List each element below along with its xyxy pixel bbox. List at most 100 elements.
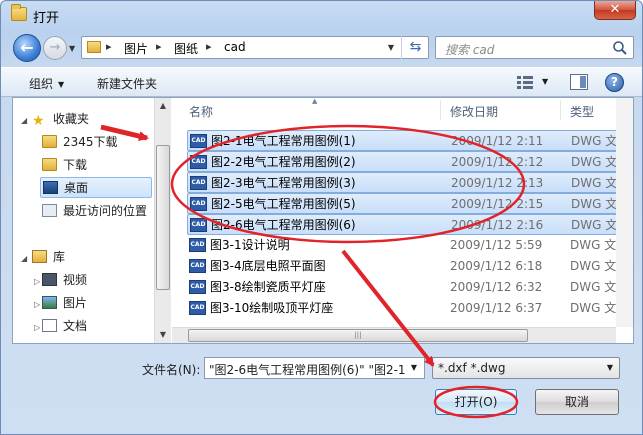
nav-scrollbar-thumb[interactable]: [156, 145, 170, 290]
column-divider[interactable]: [440, 100, 441, 120]
file-name: 图3-8绘制瓷质平灯座: [210, 280, 326, 294]
nav-item-2345-downloads[interactable]: 2345下载: [42, 132, 118, 153]
filetype-select[interactable]: *.dxf *.dwg ▼: [432, 357, 620, 379]
folder-icon: [42, 135, 57, 148]
expand-icon[interactable]: ◢: [21, 254, 27, 263]
column-header-name[interactable]: 名称: [189, 103, 213, 120]
folder-icon: [42, 158, 57, 171]
file-date: 2009/1/12 2:12: [451, 155, 544, 169]
file-date: 2009/1/12 6:32: [450, 280, 543, 294]
file-name: 图2-6电气工程常用图例(6): [211, 218, 356, 232]
address-bar[interactable]: ▸ 图片 ▸ 图纸 ▸ cad: [81, 36, 429, 59]
file-row[interactable]: CAD 图3-4底层电照平面图 2009/1/12 6:18 DWG 文件: [187, 256, 633, 277]
file-name: 图3-1设计说明: [210, 238, 290, 252]
nav-item-label: 视频: [63, 273, 88, 287]
nav-item-label: 桌面: [64, 181, 89, 195]
filename-label: 文件名(N):: [142, 363, 201, 377]
column-header-date[interactable]: 修改日期: [450, 103, 498, 120]
cad-file-icon: CAD: [190, 134, 207, 148]
refresh-icon[interactable]: ⇆: [401, 36, 429, 59]
breadcrumb-separator-icon[interactable]: ▸: [106, 40, 112, 53]
nav-item-videos[interactable]: 视频: [42, 270, 87, 291]
star-icon: ★: [32, 113, 45, 129]
filetype-value: *.dxf *.dwg: [438, 361, 506, 375]
expand-icon[interactable]: ▷: [34, 277, 40, 286]
monitor-icon: [43, 181, 58, 194]
history-dropdown-icon[interactable]: ▼: [69, 44, 75, 53]
cad-file-icon: CAD: [190, 155, 207, 169]
view-mode-icon[interactable]: [517, 76, 533, 89]
organize-button[interactable]: 组织 ▼: [29, 75, 64, 92]
search-icon[interactable]: [612, 40, 628, 56]
arrow-right-icon: →: [49, 40, 61, 55]
file-row[interactable]: CAD 图2-5电气工程常用图例(5) 2009/1/12 2:15 DWG 文件: [187, 193, 633, 214]
expand-icon[interactable]: ◢: [21, 116, 27, 125]
nav-item-desktop[interactable]: 桌面: [40, 177, 152, 198]
nav-scrollbar[interactable]: ▲ ▼: [154, 98, 171, 343]
document-icon: [42, 319, 57, 332]
nav-item-recent-places[interactable]: 最近访问的位置: [42, 201, 147, 222]
nav-item-documents[interactable]: 文档: [42, 316, 87, 337]
nav-item-downloads[interactable]: 下载: [42, 155, 87, 176]
cad-file-icon: CAD: [189, 259, 206, 273]
forward-button[interactable]: →: [43, 36, 67, 60]
toolbar: 组织 ▼ 新建文件夹 ▼ ?: [1, 67, 642, 97]
nav-item-label: 下载: [63, 158, 88, 172]
cad-file-icon: CAD: [190, 197, 207, 211]
new-folder-button[interactable]: 新建文件夹: [97, 75, 157, 92]
breadcrumb-cad[interactable]: cad: [224, 40, 246, 54]
breadcrumb-separator-icon[interactable]: ▸: [156, 40, 162, 53]
cad-file-icon: CAD: [190, 176, 207, 190]
nav-favorites[interactable]: ★ 收藏夹: [32, 109, 89, 130]
nav-favorites-label: 收藏夹: [53, 112, 90, 126]
content-area: ◢ ★ 收藏夹 2345下载 下载 桌面 最近访问的位置 ◢ 库 ▷ 视频 ▷ 图…: [12, 97, 634, 344]
close-button[interactable]: ✕: [594, 1, 636, 20]
cancel-button[interactable]: 取消: [535, 389, 619, 415]
open-button[interactable]: 打开(O): [435, 389, 517, 415]
pictures-icon: [42, 296, 57, 309]
file-list-vscrollbar[interactable]: [616, 98, 633, 327]
nav-library[interactable]: 库: [32, 247, 65, 268]
file-row[interactable]: CAD 图2-1电气工程常用图例(1) 2009/1/12 2:11 DWG 文件: [187, 130, 633, 151]
file-date: 2009/1/12 2:16: [451, 218, 544, 232]
file-row[interactable]: CAD 图3-8绘制瓷质平灯座 2009/1/12 6:32 DWG 文件: [187, 277, 633, 298]
filename-input[interactable]: "图2-6电气工程常用图例(6)" "图2-1: [204, 357, 425, 379]
file-row[interactable]: CAD 图2-2电气工程常用图例(2) 2009/1/12 2:12 DWG 文件: [187, 151, 633, 172]
column-header-type[interactable]: 类型: [570, 103, 594, 120]
address-dropdown-icon[interactable]: ▼: [382, 38, 400, 57]
window-title: 打开: [33, 11, 60, 26]
open-dialog: 打开 ✕ ← → ▼ ▸ 图片 ▸ 图纸 ▸ cad ▼ ⇆ 搜索 cad 组织…: [0, 0, 643, 435]
scroll-down-icon[interactable]: ▼: [155, 327, 171, 343]
navigation-pane: ◢ ★ 收藏夹 2345下载 下载 桌面 最近访问的位置 ◢ 库 ▷ 视频 ▷ 图…: [13, 98, 154, 343]
cad-file-icon: CAD: [189, 301, 206, 315]
breadcrumb-pictures[interactable]: 图片: [124, 40, 148, 57]
nav-item-pictures[interactable]: 图片: [42, 293, 87, 314]
file-date: 2009/1/12 6:18: [450, 259, 543, 273]
nav-item-label: 最近访问的位置: [63, 204, 148, 218]
column-divider[interactable]: [560, 100, 561, 120]
file-name: 图2-5电气工程常用图例(5): [211, 197, 356, 211]
file-list-hscrollbar[interactable]: |||: [172, 327, 616, 343]
file-row[interactable]: CAD 图3-10绘制吸顶平灯座 2009/1/12 6:37 DWG 文件: [187, 298, 633, 319]
filename-dropdown-icon[interactable]: ▼: [406, 360, 422, 376]
file-row[interactable]: CAD 图3-1设计说明 2009/1/12 5:59 DWG 文件: [187, 235, 633, 256]
search-placeholder: 搜索 cad: [445, 43, 495, 57]
help-icon[interactable]: ?: [605, 73, 624, 92]
title-bar: 打开 ✕: [1, 1, 642, 29]
file-list: ▲ 名称 修改日期 类型 CAD 图2-1电气工程常用图例(1) 2009/1/12…: [172, 98, 633, 343]
hscrollbar-thumb[interactable]: |||: [188, 329, 528, 342]
preview-pane-icon[interactable]: [570, 74, 588, 90]
file-row[interactable]: CAD 图2-6电气工程常用图例(6) 2009/1/12 2:16 DWG 文件: [187, 214, 633, 235]
breadcrumb-drawings[interactable]: 图纸: [174, 40, 198, 57]
file-name: 图2-1电气工程常用图例(1): [211, 134, 356, 148]
breadcrumb-separator-icon[interactable]: ▸: [206, 40, 212, 53]
file-row[interactable]: CAD 图2-3电气工程常用图例(3) 2009/1/12 2:13 DWG 文件: [187, 172, 633, 193]
expand-icon[interactable]: ▷: [34, 323, 40, 332]
file-name: 图2-2电气工程常用图例(2): [211, 155, 356, 169]
nav-item-label: 文档: [63, 319, 88, 333]
expand-icon[interactable]: ▷: [34, 300, 40, 309]
scroll-up-icon[interactable]: ▲: [155, 98, 171, 114]
view-dropdown-icon[interactable]: ▼: [542, 77, 548, 86]
search-input[interactable]: 搜索 cad: [435, 36, 634, 59]
back-button[interactable]: ←: [13, 34, 41, 62]
